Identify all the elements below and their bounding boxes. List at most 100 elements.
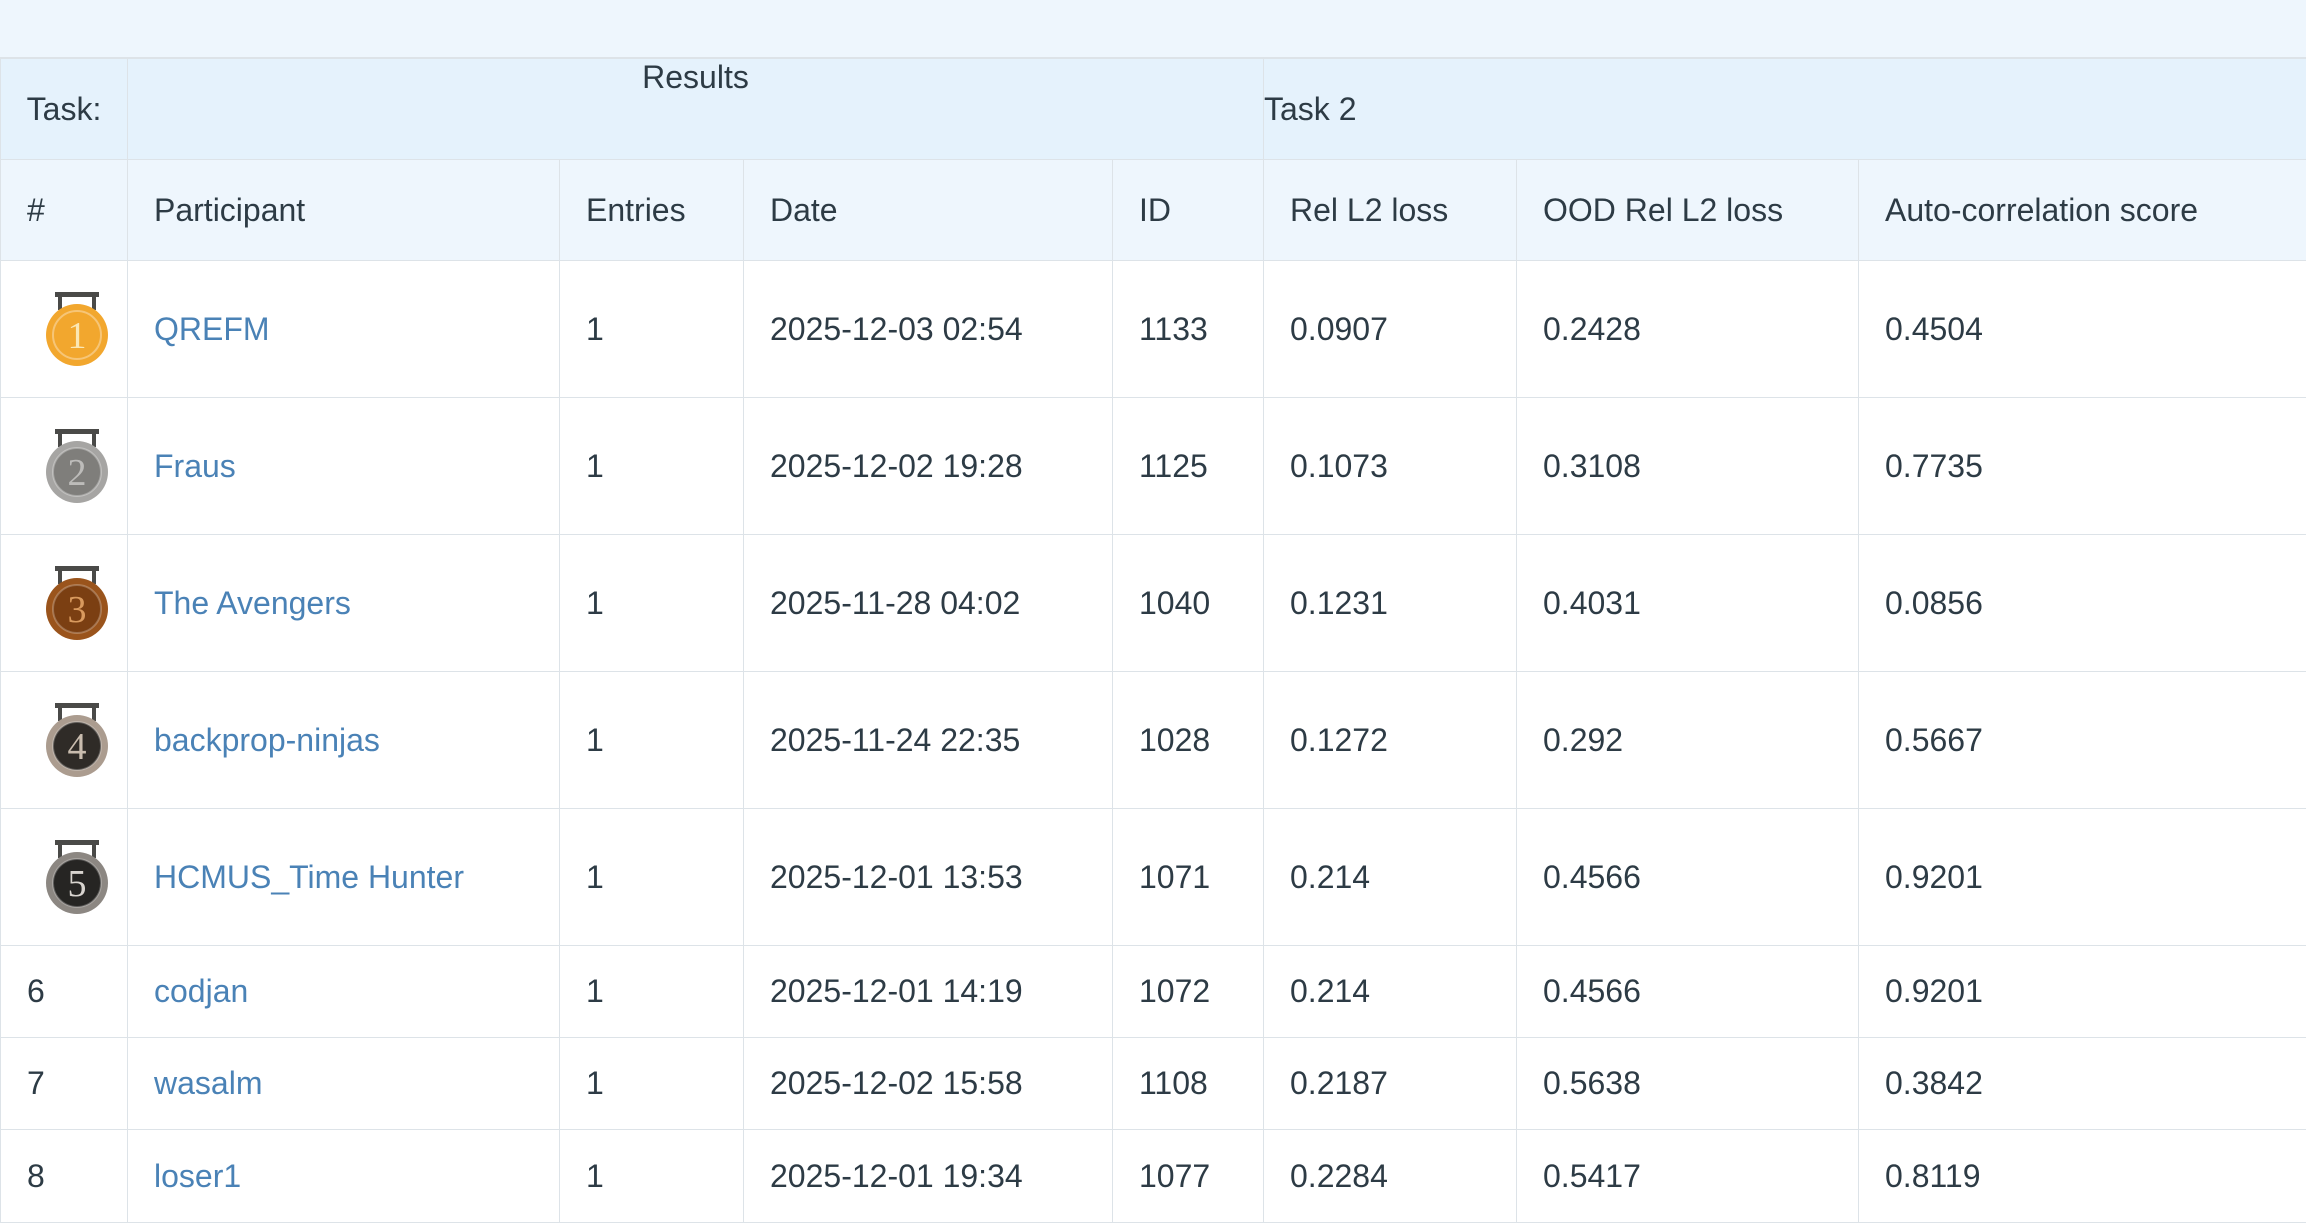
date-cell: 2025-12-01 14:19 [744,946,1113,1038]
ood-rel-l2-cell: 0.5417 [1517,1130,1859,1223]
id-cell: 1071 [1113,809,1264,946]
entries-cell: 1 [560,535,744,672]
col-rank[interactable]: # [1,160,128,261]
date-cell: 2025-12-02 19:28 [744,398,1113,535]
participant-link[interactable]: The Avengers [154,585,351,621]
rank-cell: 5 [1,809,128,946]
autocorr-cell: 0.5667 [1859,672,2306,809]
rank-cell: 1 [1,261,128,398]
rank-cell: 3 [1,535,128,672]
col-rel-l2-loss[interactable]: Rel L2 loss [1264,160,1517,261]
participant-cell: wasalm [128,1038,560,1130]
table-row: 7 wasalm 1 2025-12-02 15:58 1108 0.2187 … [1,1038,2306,1130]
table-row: 5 HCMUS_Time Hunter 1 2025-12-01 13:53 1… [1,809,2306,946]
id-cell: 1072 [1113,946,1264,1038]
rank-cell: 2 [1,398,128,535]
gold-medal-icon: 1 [44,289,110,369]
bronze-medal-icon: 3 [44,563,110,643]
autocorr-cell: 0.7735 [1859,398,2306,535]
ood-rel-l2-cell: 0.5638 [1517,1038,1859,1130]
entries-cell: 1 [560,946,744,1038]
entries-cell: 1 [560,398,744,535]
svg-text:3: 3 [68,589,87,631]
id-cell: 1028 [1113,672,1264,809]
autocorr-cell: 0.4504 [1859,261,2306,398]
ood-rel-l2-cell: 0.2428 [1517,261,1859,398]
rank-cell: 6 [1,946,128,1038]
svg-text:4: 4 [68,726,87,768]
rel-l2-cell: 0.1073 [1264,398,1517,535]
results-label: Results [128,59,1263,96]
participant-cell: HCMUS_Time Hunter [128,809,560,946]
participant-link[interactable]: wasalm [154,1065,262,1101]
entries-cell: 1 [560,672,744,809]
participant-cell: backprop-ninjas [128,672,560,809]
participant-link[interactable]: codjan [154,973,248,1009]
autocorr-cell: 0.3842 [1859,1038,2306,1130]
date-cell: 2025-11-24 22:35 [744,672,1113,809]
entries-cell: 1 [560,1130,744,1223]
id-cell: 1077 [1113,1130,1264,1223]
id-cell: 1133 [1113,261,1264,398]
task-header-row: Task: Results Task 2 [1,59,2306,160]
col-ood-rel-l2-loss[interactable]: OOD Rel L2 loss [1517,160,1859,261]
table-row: 2 Fraus 1 2025-12-02 19:28 1125 0.1073 0… [1,398,2306,535]
svg-text:1: 1 [68,315,87,357]
id-cell: 1125 [1113,398,1264,535]
entries-cell: 1 [560,809,744,946]
leaderboard-table: Task: Results Task 2 # Participant Entri… [0,58,2306,1223]
col-date[interactable]: Date [744,160,1113,261]
svg-text:2: 2 [68,452,87,494]
autocorr-cell: 0.0856 [1859,535,2306,672]
rank-cell: 8 [1,1130,128,1223]
rel-l2-cell: 0.214 [1264,946,1517,1038]
table-row: 8 loser1 1 2025-12-01 19:34 1077 0.2284 … [1,1130,2306,1223]
rel-l2-cell: 0.1272 [1264,672,1517,809]
fifth-place-medal-icon: 5 [44,837,110,917]
autocorr-cell: 0.9201 [1859,946,2306,1038]
date-cell: 2025-11-28 04:02 [744,535,1113,672]
participant-cell: codjan [128,946,560,1038]
top-bar [0,0,2306,58]
rel-l2-cell: 0.214 [1264,809,1517,946]
column-header-row: # Participant Entries Date ID Rel L2 los… [1,160,2306,261]
participant-link[interactable]: backprop-ninjas [154,722,380,758]
autocorr-cell: 0.9201 [1859,809,2306,946]
ood-rel-l2-cell: 0.4566 [1517,946,1859,1038]
rank-cell: 7 [1,1038,128,1130]
rel-l2-cell: 0.1231 [1264,535,1517,672]
participant-cell: QREFM [128,261,560,398]
svg-text:5: 5 [68,863,87,905]
participant-cell: Fraus [128,398,560,535]
col-participant[interactable]: Participant [128,160,560,261]
task-name-header: Task 2 [1264,59,2306,160]
col-entries[interactable]: Entries [560,160,744,261]
id-cell: 1108 [1113,1038,1264,1130]
participant-link[interactable]: HCMUS_Time Hunter [154,859,464,895]
ood-rel-l2-cell: 0.292 [1517,672,1859,809]
participant-link[interactable]: loser1 [154,1158,241,1194]
table-row: 1 QREFM 1 2025-12-03 02:54 1133 0.0907 0… [1,261,2306,398]
col-autocorr-score[interactable]: Auto-correlation score [1859,160,2306,261]
date-cell: 2025-12-03 02:54 [744,261,1113,398]
date-cell: 2025-12-02 15:58 [744,1038,1113,1130]
ood-rel-l2-cell: 0.4031 [1517,535,1859,672]
rel-l2-cell: 0.2187 [1264,1038,1517,1130]
table-row: 3 The Avengers 1 2025-11-28 04:02 1040 0… [1,535,2306,672]
entries-cell: 1 [560,1038,744,1130]
participant-cell: The Avengers [128,535,560,672]
participant-link[interactable]: Fraus [154,448,236,484]
fourth-place-medal-icon: 4 [44,700,110,780]
task-label: Task: [1,59,128,160]
autocorr-cell: 0.8119 [1859,1130,2306,1223]
rel-l2-cell: 0.0907 [1264,261,1517,398]
participant-cell: loser1 [128,1130,560,1223]
col-id[interactable]: ID [1113,160,1264,261]
rel-l2-cell: 0.2284 [1264,1130,1517,1223]
participant-link[interactable]: QREFM [154,311,270,347]
silver-medal-icon: 2 [44,426,110,506]
date-cell: 2025-12-01 13:53 [744,809,1113,946]
table-row: 4 backprop-ninjas 1 2025-11-24 22:35 102… [1,672,2306,809]
table-row: 6 codjan 1 2025-12-01 14:19 1072 0.214 0… [1,946,2306,1038]
ood-rel-l2-cell: 0.3108 [1517,398,1859,535]
